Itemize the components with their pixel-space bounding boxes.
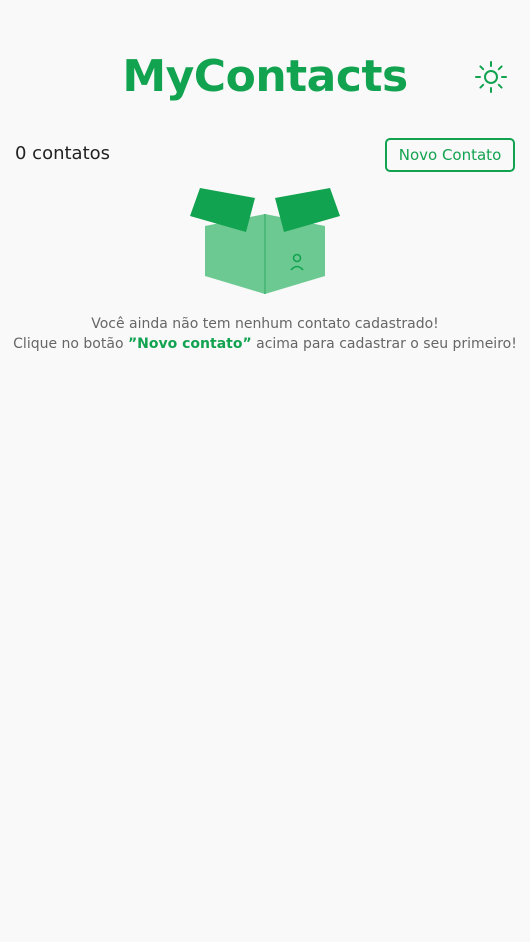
empty-state-message: Você ainda não tem nenhum contato cadast…: [0, 314, 530, 354]
app-logo: MyContacts: [122, 51, 408, 102]
theme-toggle-button[interactable]: [474, 60, 508, 94]
app-container: MyContacts 0 contatos Novo Contato Você …: [0, 0, 530, 942]
new-contact-button[interactable]: Novo Contato: [385, 138, 515, 172]
empty-state-line1: Você ainda não tem nenhum contato cadast…: [91, 316, 439, 332]
empty-state-line2: Clique no botão ”Novo contato” acima par…: [0, 334, 530, 354]
contacts-count: 0 contatos: [15, 143, 111, 164]
header: MyContacts: [0, 48, 530, 108]
contacts-toolbar: 0 contatos Novo Contato: [15, 138, 515, 172]
empty-box-icon: [190, 188, 340, 294]
empty-state-line2-prefix: Clique no botão: [13, 336, 128, 352]
empty-state-line2-suffix: acima para cadastrar o seu primeiro!: [251, 336, 517, 352]
empty-state-highlight: ”Novo contato”: [127, 336, 252, 352]
sun-icon: [475, 61, 507, 93]
